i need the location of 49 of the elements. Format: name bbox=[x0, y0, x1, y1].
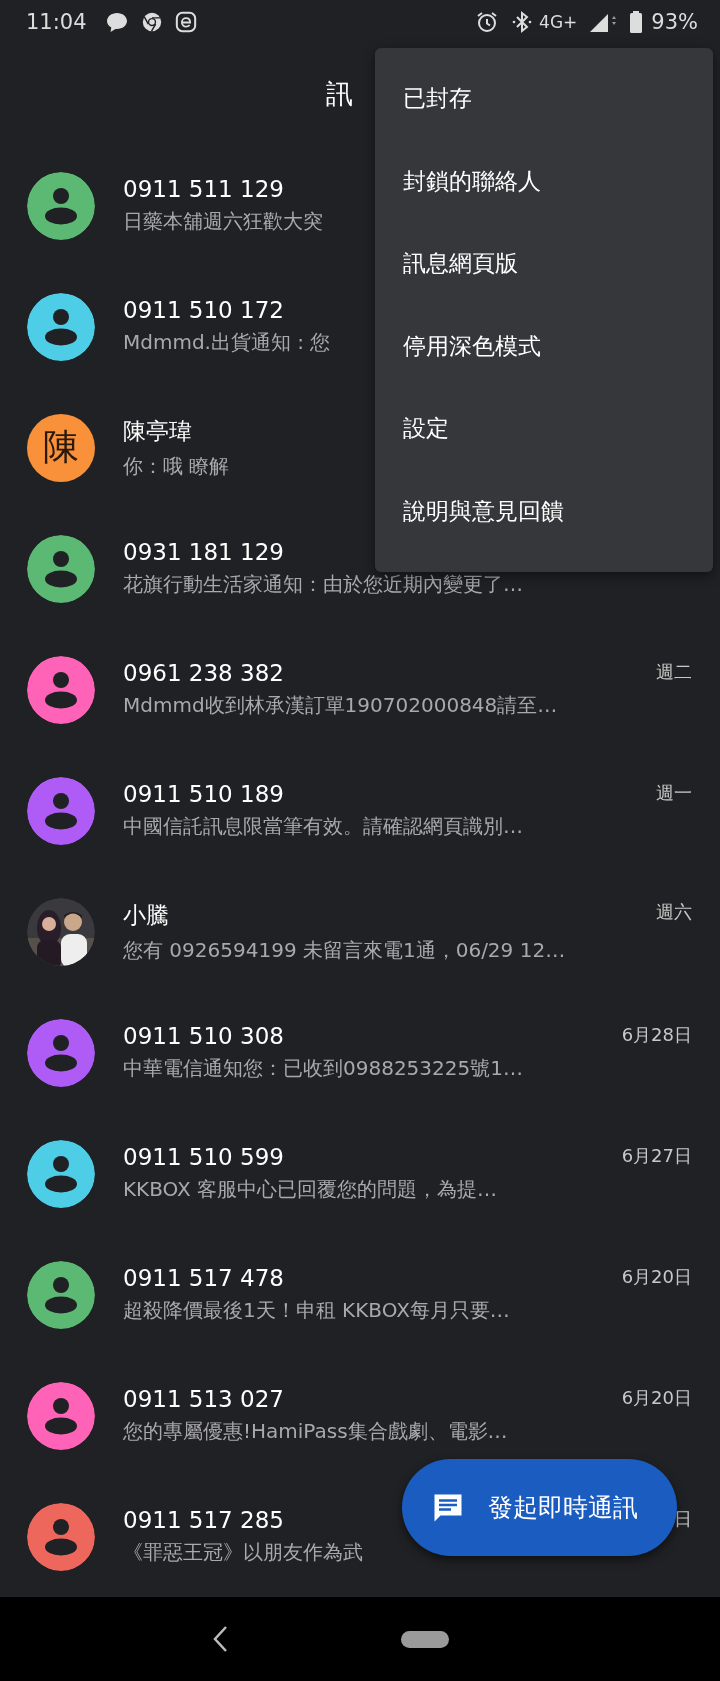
message-time: 週一 bbox=[656, 781, 692, 805]
menu-item[interactable]: 訊息網頁版 bbox=[375, 236, 713, 319]
menu-item[interactable]: 說明與意見回饋 bbox=[375, 483, 713, 566]
browser-icon bbox=[140, 10, 163, 33]
battery-level: 93% bbox=[651, 9, 698, 34]
contact-name: 0911 510 189 bbox=[123, 781, 284, 807]
message-time: 6月20日 bbox=[621, 1386, 692, 1410]
message-preview: 您的專屬優惠!HamiPass集合戲劇、電影… bbox=[123, 1418, 508, 1445]
bluetooth-icon bbox=[511, 9, 534, 34]
contact-name: 小騰 bbox=[123, 900, 169, 930]
contact-name: 0911 510 599 bbox=[123, 1144, 284, 1170]
message-preview: 日藥本舖週六狂歡大突 bbox=[123, 208, 323, 235]
message-preview: Mdmmd.出貨通知 : 您 bbox=[123, 329, 331, 356]
contact-avatar: 陳 bbox=[27, 413, 95, 482]
message-time: 6月27日 bbox=[621, 1144, 692, 1168]
menu-item[interactable]: 停用深色模式 bbox=[375, 318, 713, 401]
message-preview: 《罪惡王冠》以朋友作為武 bbox=[123, 1539, 363, 1566]
contact-name: 0911 517 285 bbox=[123, 1507, 284, 1533]
start-chat-button[interactable]: 發起即時通訊 bbox=[402, 1459, 677, 1556]
clock-time: 11:04 bbox=[26, 9, 87, 34]
message-time: 日 bbox=[674, 1507, 692, 1531]
screen-title: 訊 bbox=[326, 77, 353, 112]
message-preview: KKBOX 客服中心已回覆您的問題，為提… bbox=[123, 1176, 498, 1203]
home-handle[interactable] bbox=[401, 1630, 449, 1648]
contact-name: 0911 513 027 bbox=[123, 1386, 284, 1412]
message-preview: Mdmmd收到林承漢訂單190702000848請至… bbox=[123, 692, 558, 719]
message-time: 週二 bbox=[656, 660, 692, 684]
contact-name: 0911 510 308 bbox=[123, 1023, 284, 1049]
message-preview: 中華電信通知您：已收到0988253225號1… bbox=[123, 1055, 523, 1082]
message-preview: 你：哦 瞭解 bbox=[123, 452, 230, 480]
menu-item[interactable]: 設定 bbox=[375, 401, 713, 484]
contact-name: 0961 238 382 bbox=[123, 660, 284, 686]
menu-item[interactable]: 已封存 bbox=[375, 71, 713, 154]
message-time: 6月20日 bbox=[621, 1265, 692, 1289]
message-preview: 您有 0926594199 未留言來電1通，06/29 12… bbox=[123, 936, 566, 964]
contact-name: 0911 511 129 bbox=[123, 176, 284, 202]
message-preview: 花旗行動生活家通知：由於您近期內變更了… bbox=[123, 571, 523, 598]
contact-name: 0911 517 478 bbox=[123, 1265, 284, 1291]
message-preview: 超殺降價最後1天！申租 KKBOX每月只要… bbox=[123, 1297, 510, 1324]
message-time: 週六 bbox=[656, 899, 692, 924]
message-preview: 中國信託訊息限當筆有效。請確認網頁識別… bbox=[123, 813, 523, 840]
contact-name: 0931 181 129 bbox=[123, 539, 284, 565]
battery-icon bbox=[629, 9, 644, 34]
menu-item[interactable]: 封鎖的聯絡人 bbox=[375, 153, 713, 236]
contact-name: 陳亭瑋 bbox=[123, 416, 192, 446]
app-icon bbox=[174, 10, 197, 33]
message-time: 6月28日 bbox=[621, 1023, 692, 1047]
contact-name: 0911 510 172 bbox=[123, 297, 284, 323]
network-type: 4G+ bbox=[539, 11, 578, 32]
